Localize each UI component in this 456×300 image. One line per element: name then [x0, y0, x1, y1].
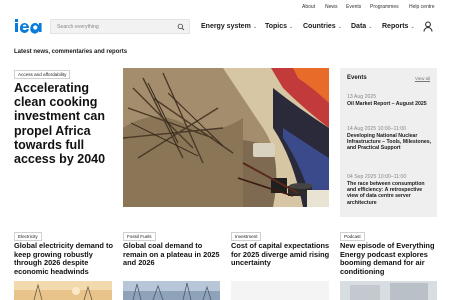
user-icon[interactable] — [423, 21, 433, 32]
card-image-podcast[interactable] — [340, 281, 437, 300]
card-image-investment[interactable] — [231, 281, 329, 300]
card-title[interactable]: Cost of capital expectations for 2025 di… — [231, 241, 331, 268]
nav-label: Topics — [265, 23, 288, 30]
search-box[interactable]: Search everything — [50, 19, 190, 34]
about-link[interactable]: About — [302, 4, 315, 10]
nav-label: Data — [351, 23, 367, 30]
card-tag-fossil-fuels[interactable]: Fossil Fuels — [123, 232, 156, 241]
hero-tag[interactable]: Access and affordability — [14, 70, 71, 79]
section-heading: Latest news, commentaries and reports — [14, 49, 128, 55]
event-date: 14 Aug 2025 10:00–11:00 — [347, 126, 407, 132]
iea-logo[interactable] — [14, 18, 44, 35]
event-title[interactable]: The race between consumption and efficie… — [347, 181, 433, 206]
card-tag-investment[interactable]: Investment — [231, 232, 262, 241]
event-title[interactable]: Developing National Nuclear Infrastructu… — [347, 133, 433, 152]
utility-bar: About News Events Programmes Help centre — [0, 0, 456, 14]
events-panel: Events View all 13 Aug 2025 Oil Market R… — [340, 68, 437, 217]
nav-topics[interactable]: Topics ⌄ — [265, 23, 293, 30]
programmes-link[interactable]: Programmes — [370, 4, 399, 10]
nav-energy-system[interactable]: Energy system ⌄ — [201, 23, 257, 30]
hero-title[interactable]: Accelerating clean cooking investment ca… — [14, 81, 118, 166]
event-title[interactable]: Oil Market Report – August 2025 — [347, 101, 433, 107]
card-title[interactable]: New episode of Everything Energy podcast… — [340, 241, 440, 276]
card-image-electricity[interactable] — [14, 281, 112, 300]
nav-countries[interactable]: Countries ⌄ — [303, 23, 342, 30]
card-image-coal[interactable] — [123, 281, 220, 300]
search-icon[interactable] — [177, 23, 185, 31]
nav-reports[interactable]: Reports ⌄ — [382, 23, 415, 30]
nav-label: Countries — [303, 23, 336, 30]
events-view-all-link[interactable]: View all — [415, 76, 430, 81]
chevron-down-icon: ⌄ — [252, 24, 258, 30]
news-link[interactable]: News — [325, 4, 338, 10]
nav-label: Energy system — [201, 23, 251, 30]
card-tag-electricity[interactable]: Electricity — [14, 232, 42, 241]
card-title[interactable]: Global coal demand to remain on a platea… — [123, 241, 223, 268]
search-input[interactable]: Search everything — [57, 24, 99, 30]
chevron-down-icon: ⌄ — [289, 24, 294, 30]
card-tag-podcast[interactable]: Podcast — [340, 232, 365, 241]
help-centre-link[interactable]: Help centre — [409, 4, 435, 10]
chevron-down-icon: ⌄ — [337, 24, 342, 30]
nav-data[interactable]: Data ⌄ — [351, 23, 372, 30]
events-link[interactable]: Events — [346, 4, 361, 10]
nav-label: Reports — [382, 23, 409, 30]
chevron-down-icon: ⌄ — [410, 24, 415, 30]
events-heading: Events — [347, 75, 367, 81]
hero-image[interactable] — [123, 68, 329, 207]
event-date: 13 Aug 2025 — [347, 94, 377, 100]
card-title[interactable]: Global electricity demand to keep growin… — [14, 241, 114, 276]
event-date: 04 Sep 2025 10:00–11:00 — [347, 174, 407, 180]
chevron-down-icon: ⌄ — [368, 24, 373, 30]
